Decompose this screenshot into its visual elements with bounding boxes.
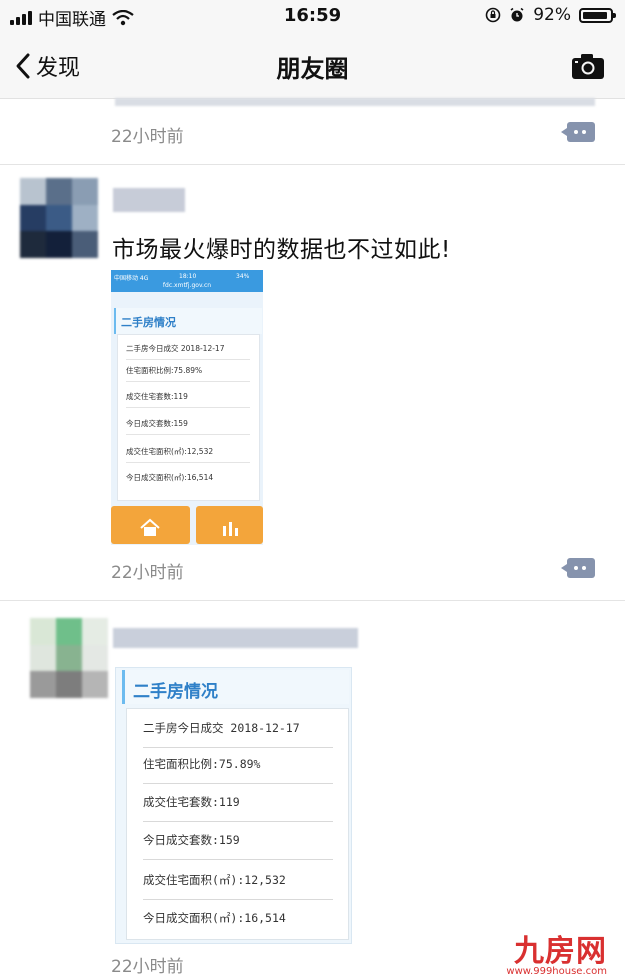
post-image[interactable]: 二手房情况 二手房今日成交 2018-12-17 住宅面积比例:75.89% 成… (115, 667, 352, 944)
data-row: 二手房今日成交 2018-12-17 (143, 709, 333, 748)
screenshot-url: fdc.xmtfj.gov.cn (162, 282, 212, 289)
avatar[interactable] (30, 618, 108, 698)
page-title: 朋友圈 (276, 55, 349, 83)
avatar[interactable] (20, 178, 98, 258)
stats-tile (196, 506, 263, 544)
comment-button[interactable] (561, 122, 595, 142)
home-icon (140, 518, 160, 536)
data-row: 住宅面积比例:75.89% (143, 745, 333, 784)
data-row: 二手房今日成交 2018-12-17 (126, 339, 250, 360)
camera-button[interactable] (571, 52, 605, 84)
status-right: 92% (485, 5, 616, 25)
watermark: 九房网 www.999house.com (506, 926, 607, 977)
data-row: 成交住宅面积(㎡):12,532 (126, 442, 250, 463)
section-header: 二手房情况 (122, 670, 349, 704)
data-row: 今日成交套数:159 (143, 821, 333, 860)
comment-button[interactable] (561, 558, 595, 578)
data-row: 今日成交面积(㎡):16,514 (126, 473, 214, 482)
data-row: 住宅面积比例:75.89% (126, 361, 250, 382)
post-image[interactable]: 中国移动 4G 18:10 34% fdc.xmtfj.gov.cn 二手房情况… (111, 270, 263, 545)
data-row: 成交住宅套数:119 (143, 783, 333, 822)
status-bar: 中国联通 16:59 92% (0, 0, 625, 34)
section-header: 二手房情况 (114, 308, 262, 334)
bar-chart-icon (223, 522, 238, 536)
section-title: 二手房情况 (121, 316, 176, 329)
post-divider (0, 164, 625, 165)
username-blurred[interactable] (113, 628, 358, 648)
nav-bar: 发现 朋友圈 (0, 34, 625, 99)
screenshot-carrier: 中国移动 4G (114, 275, 149, 282)
screenshot-status-bar: 中国移动 4G 18:10 34% fdc.xmtfj.gov.cn (111, 270, 263, 292)
post-time: 22小时前 (111, 957, 184, 977)
screenshot-clock: 18:10 (179, 273, 197, 280)
battery-percent: 92% (533, 5, 571, 25)
post-time: 22小时前 (111, 563, 184, 583)
rotation-lock-icon (485, 7, 501, 23)
home-tile (111, 506, 190, 544)
camera-icon (572, 54, 604, 79)
data-card: 二手房今日成交 2018-12-17 住宅面积比例:75.89% 成交住宅套数:… (126, 708, 349, 940)
data-row: 今日成交面积(㎡):16,514 (143, 911, 286, 925)
section-title: 二手房情况 (133, 682, 218, 702)
data-row: 今日成交套数:159 (126, 414, 250, 435)
watermark-logo: 九房网 (514, 934, 607, 969)
truncated-image-edge (115, 98, 595, 106)
post-text: 市场最火爆时的数据也不过如此! (112, 237, 451, 263)
alarm-icon (510, 7, 524, 22)
data-row: 成交住宅套数:119 (126, 387, 250, 408)
battery-icon (579, 7, 616, 23)
data-card: 二手房今日成交 2018-12-17 住宅面积比例:75.89% 成交住宅套数:… (117, 334, 260, 501)
post-divider (0, 600, 625, 601)
username-blurred[interactable] (113, 188, 185, 212)
watermark-url: www.999house.com (506, 966, 607, 977)
data-row: 成交住宅面积(㎡):12,532 (143, 861, 333, 900)
post-time: 22小时前 (111, 127, 184, 147)
screenshot-battery: 34% (236, 273, 250, 280)
